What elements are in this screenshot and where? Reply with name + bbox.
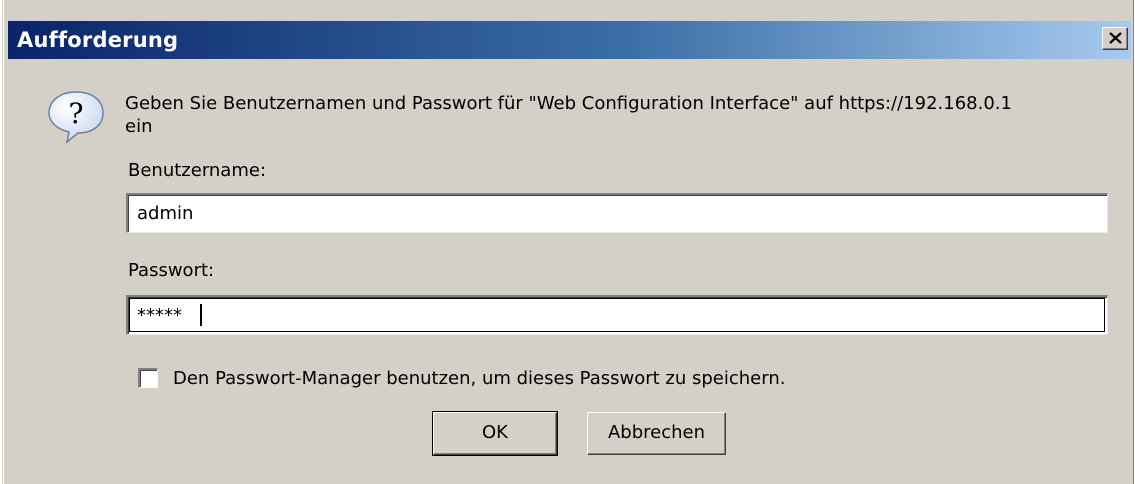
svg-text:?: ? — [68, 97, 83, 130]
username-field[interactable]: admin — [126, 193, 1108, 233]
auth-dialog: Aufforderung ? Geben Sie Benutzernamen u… — [2, 0, 1134, 484]
prompt-message: Geben Sie Benutzernamen und Passwort für… — [125, 92, 1115, 138]
close-icon — [1109, 32, 1122, 44]
password-field[interactable]: ***** — [126, 295, 1108, 335]
ok-button[interactable]: OK — [432, 411, 558, 456]
remember-password-label[interactable]: Den Passwort-Manager benutzen, um dieses… — [173, 368, 785, 389]
username-label: Benutzername: — [128, 160, 267, 181]
question-icon: ? — [48, 91, 104, 144]
cancel-button[interactable]: Abbrechen — [587, 412, 726, 455]
password-label: Passwort: — [128, 260, 215, 281]
dialog-title: Aufforderung — [17, 28, 179, 52]
remember-password-checkbox[interactable] — [138, 368, 158, 388]
close-button[interactable] — [1102, 27, 1128, 50]
title-bar[interactable]: Aufforderung — [8, 21, 1131, 59]
prompt-line-2: ein — [125, 116, 153, 137]
password-value: ***** — [137, 305, 182, 326]
username-value: admin — [137, 203, 194, 224]
prompt-line-1: Geben Sie Benutzernamen und Passwort für… — [125, 93, 1012, 114]
text-caret — [200, 304, 202, 326]
